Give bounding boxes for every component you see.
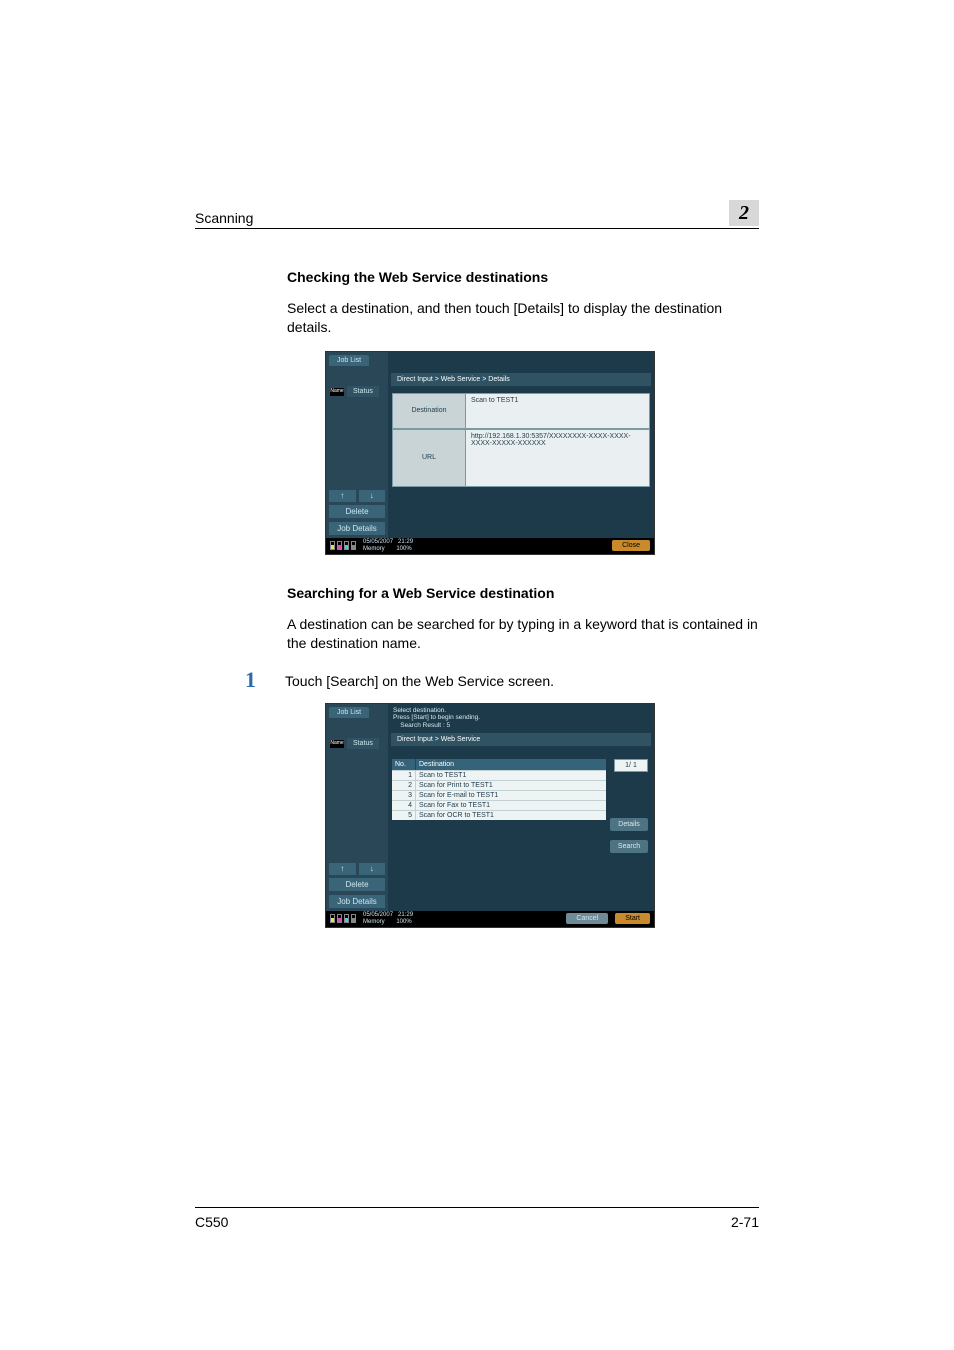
- arrow-up-icon: ↑: [340, 491, 344, 500]
- cancel-button[interactable]: Cancel: [566, 913, 608, 924]
- prompt-text: Select destination. Press [Start] to beg…: [388, 704, 654, 733]
- section-heading-1: Checking the Web Service destinations: [287, 269, 759, 285]
- step-text-1: Touch [Search] on the Web Service screen…: [285, 667, 554, 689]
- arrow-down-icon: ↓: [370, 491, 374, 500]
- toner-levels: [330, 541, 356, 550]
- table-header: No. Destination: [392, 759, 606, 770]
- arrow-down-icon: ↓: [370, 864, 374, 873]
- job-details-button[interactable]: Job Details: [329, 522, 385, 535]
- status-button[interactable]: Status: [347, 386, 379, 397]
- details-button[interactable]: Details: [610, 818, 648, 831]
- destination-value: Scan to TEST1: [466, 393, 650, 429]
- running-header: Scanning: [195, 210, 253, 226]
- scroll-down-button[interactable]: ↓: [359, 490, 386, 502]
- table-row[interactable]: 1Scan to TEST1: [392, 770, 606, 780]
- job-list-tab[interactable]: Job List: [329, 707, 369, 718]
- url-label: URL: [392, 429, 466, 487]
- destination-label: Destination: [392, 393, 466, 429]
- job-list-tab[interactable]: Job List: [329, 355, 369, 366]
- name-icon: Name: [330, 388, 344, 396]
- job-details-button[interactable]: Job Details: [329, 895, 385, 908]
- name-icon: Name: [330, 740, 344, 748]
- section-heading-2: Searching for a Web Service destination: [287, 585, 759, 601]
- start-button[interactable]: Start: [615, 913, 650, 924]
- url-value: http://192.168.1.30:5357/XXXXXXXX-XXXX-X…: [466, 429, 650, 487]
- delete-button[interactable]: Delete: [329, 505, 385, 518]
- step-number-1: 1: [245, 667, 285, 693]
- details-screenshot: Job List Name Status Direct Input > Web …: [325, 351, 655, 555]
- section-body-2: A destination can be searched for by typ…: [287, 615, 759, 653]
- delete-button[interactable]: Delete: [329, 878, 385, 891]
- breadcrumb: Direct Input > Web Service > Details: [391, 373, 651, 386]
- scroll-up-button[interactable]: ↑: [329, 490, 356, 502]
- table-row[interactable]: 3Scan for E-mail to TEST1: [392, 790, 606, 800]
- table-row[interactable]: 2Scan for Print to TEST1: [392, 780, 606, 790]
- table-row[interactable]: 4Scan for Fax to TEST1: [392, 800, 606, 810]
- toner-levels: [330, 914, 356, 923]
- status-button[interactable]: Status: [347, 738, 379, 749]
- search-button[interactable]: Search: [610, 840, 648, 853]
- close-button[interactable]: Close: [612, 540, 650, 551]
- table-row[interactable]: 5Scan for OCR to TEST1: [392, 810, 606, 820]
- section-body-1: Select a destination, and then touch [De…: [287, 299, 759, 337]
- scroll-down-button[interactable]: ↓: [359, 863, 386, 875]
- arrow-up-icon: ↑: [340, 864, 344, 873]
- datetime-display: 05/05/2007 21:29 Memory 100%: [363, 539, 413, 552]
- footer-model: C550: [195, 1214, 228, 1230]
- datetime-display: 05/05/2007 21:29 Memory 100%: [363, 912, 413, 925]
- footer-page: 2-71: [731, 1214, 759, 1230]
- breadcrumb: Direct Input > Web Service: [391, 733, 651, 746]
- search-screenshot: Job List Name Status Select destination.…: [325, 703, 655, 928]
- scroll-up-button[interactable]: ↑: [329, 863, 356, 875]
- pager: 1/ 1: [614, 759, 648, 772]
- chapter-number: 2: [729, 200, 759, 226]
